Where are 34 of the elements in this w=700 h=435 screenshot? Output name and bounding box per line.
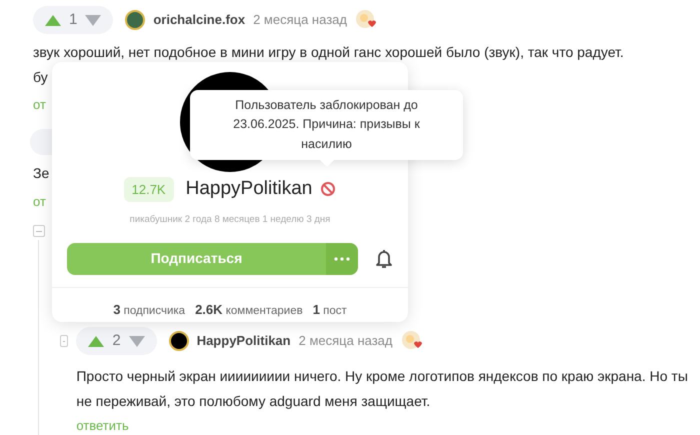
downvote-icon[interactable] <box>85 14 102 26</box>
bell-icon[interactable] <box>375 248 393 269</box>
comment-time: 2 месяца назад <box>298 332 392 350</box>
comment-text: бу <box>33 68 48 87</box>
more-button[interactable] <box>326 242 358 275</box>
vote-count: 1 <box>69 10 78 30</box>
more-icon[interactable] <box>334 256 350 261</box>
avatar[interactable] <box>125 10 146 30</box>
tenure-text: пикабушник 2 года 8 месяцев 1 неделю 3 дня <box>130 212 330 226</box>
collapse-toggle[interactable] <box>33 225 45 237</box>
upvote-icon[interactable] <box>88 336 104 346</box>
vote-count: 2 <box>112 330 121 351</box>
award-icon <box>400 330 422 352</box>
subscribe-button[interactable]: Подписаться <box>67 242 326 275</box>
reply-link[interactable]: ответить <box>76 416 129 435</box>
author-name[interactable]: orichalcine.fox <box>153 10 246 30</box>
comment-text: звук хороший, нет подобное в мини игру в одной ганс хорошей было (звук), так что радует. <box>33 43 625 62</box>
rating-badge: 12.7K <box>124 176 174 202</box>
avatar[interactable] <box>168 331 189 351</box>
stat-text: 2.6K комментариев <box>195 300 303 319</box>
award-icon <box>354 9 377 31</box>
author-name[interactable]: HappyPolitikan <box>196 331 291 351</box>
collapse-toggle[interactable] <box>60 335 68 347</box>
comment-text: Просто черный экран иииииииии ничего. Ну кроме логотипов яндексов по краю экрана. Но ты не переживай, это полюбому adguard меня защищает. <box>76 367 689 411</box>
reply-link[interactable]: от <box>33 95 46 114</box>
stat-text: 3 подписчика <box>113 300 186 319</box>
stat-text: 1 пост <box>312 300 347 319</box>
reply-link[interactable]: от <box>33 192 46 211</box>
profile-name[interactable]: HappyPolitikan <box>186 175 312 204</box>
comment-time: 2 месяца назад <box>253 11 347 30</box>
comment-text: Зе <box>33 164 50 182</box>
upvote-icon[interactable] <box>45 14 61 26</box>
ban-icon[interactable] <box>320 181 336 198</box>
downvote-icon[interactable] <box>128 336 145 346</box>
